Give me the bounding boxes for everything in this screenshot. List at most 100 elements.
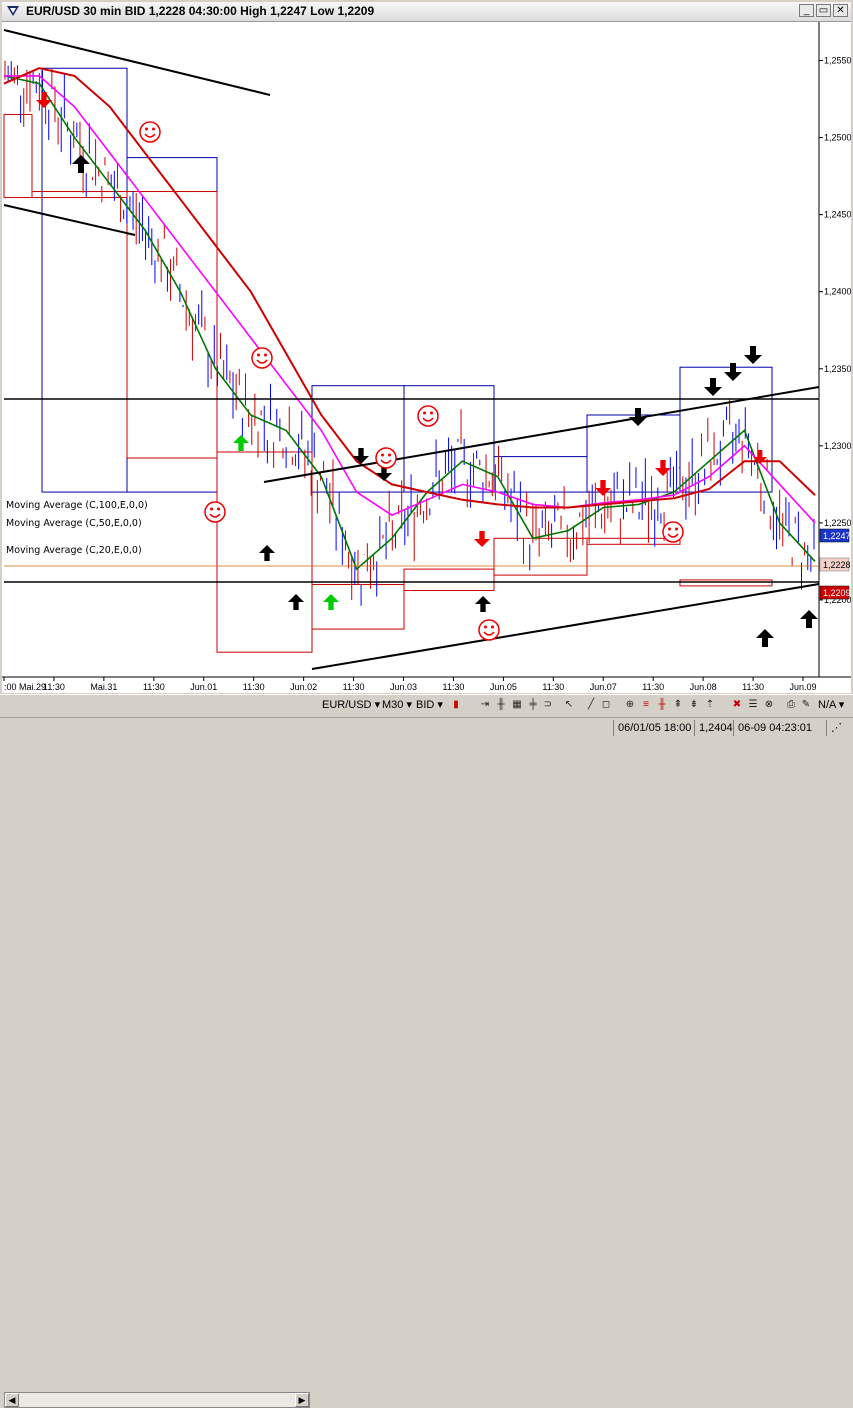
x-tick-label: Jun.07 (590, 682, 617, 692)
x-tick-label: 11:30 (243, 682, 265, 692)
smiley-face (204, 501, 226, 523)
x-tick-label: Mai.31 (90, 682, 117, 692)
resize-grip-icon[interactable]: ⋰ (826, 720, 851, 736)
smiley-face (375, 447, 397, 469)
pointer-icon[interactable]: ↖ (562, 698, 576, 712)
x-tick-label: Jun.01 (190, 682, 217, 692)
smiley-eye (264, 353, 267, 357)
x-tick-label: 11:30 (143, 682, 165, 692)
line-tool-icon[interactable]: ╱ (584, 698, 598, 712)
smiley-eye (257, 353, 260, 357)
chart-toolbar: ◀ ▶ EUR/USD ▾ M30 ▾ BID ▾ ▮ ⇥ ╫ ▦ ╪ ⊃ ↖ … (0, 694, 853, 1408)
smiley-face (139, 121, 161, 143)
window-title: EUR/USD 30 min BID 1,2228 04:30:00 High … (26, 4, 375, 18)
smiley-icon (139, 121, 161, 143)
chart-area[interactable]: 1,2550 1,2500 1,2450 1,2400 1,2350 1,2300 1,22… (2, 22, 851, 693)
symbol-select[interactable]: EUR/USD ▾ (322, 698, 380, 713)
smiley-icon (375, 447, 397, 469)
y-tick-label: 1,2550 (824, 56, 851, 66)
scroll-left-button[interactable]: ◀ (5, 1393, 19, 1407)
shape-tool-icon[interactable]: ◻ (599, 698, 613, 712)
smiley-icon (417, 405, 439, 427)
crosshair-icon[interactable]: ╫ (494, 698, 508, 712)
status-bar: 06/01/05 18:00 1,2404 06-09 04:23:01 ⋰ (0, 717, 853, 739)
smiley-icon (662, 521, 684, 543)
period-select[interactable]: M30 ▾ (382, 698, 412, 713)
smiley-eye (430, 411, 433, 415)
smiley-eye (217, 507, 220, 511)
smiley-face (478, 619, 500, 641)
x-tick-label: Jun.08 (690, 682, 717, 692)
y-tick-label: 1,2250 (824, 518, 851, 528)
x-tick-label: :00 Mai.29 (4, 682, 46, 692)
y-tick-label: 1,2300 (824, 441, 851, 451)
arrow-tool-icon[interactable]: ⇞ (671, 698, 685, 712)
x-tick-label: Jun.05 (490, 682, 517, 692)
print-icon[interactable]: ⎙ (784, 698, 798, 712)
clear-all-icon[interactable]: ⊗ (762, 698, 776, 712)
side-value: BID (416, 699, 435, 711)
smiley-face (417, 405, 439, 427)
grid-icon[interactable]: ▦ (510, 698, 524, 712)
app-logo-icon (7, 6, 19, 16)
server-time: 06-09 04:23:01 (733, 720, 828, 736)
x-tick-label: Jun.02 (290, 682, 317, 692)
object-list-icon[interactable]: ☰ (746, 698, 760, 712)
restore-button[interactable]: ▭ (816, 4, 831, 17)
smiley-eye (491, 625, 494, 629)
properties-icon[interactable]: ✎ (799, 698, 813, 712)
x-tick-label: 11:30 (742, 682, 764, 692)
smiley-eye (210, 507, 213, 511)
zoom-icon[interactable]: ⊕ (623, 698, 637, 712)
x-tick-label: 11:30 (443, 682, 465, 692)
smiley-eye (668, 527, 671, 531)
text-tool-icon[interactable]: ⇡ (703, 698, 717, 712)
smiley-eye (388, 453, 391, 457)
chart-window: EUR/USD 30 min BID 1,2228 04:30:00 High … (0, 0, 853, 1408)
cursor-price: 1,2404 (694, 720, 735, 736)
smiley-eye (152, 127, 155, 131)
x-tick-label: 11:30 (642, 682, 664, 692)
scroll-right-button[interactable]: ▶ (295, 1393, 309, 1407)
delete-object-icon[interactable]: ✖ (730, 698, 744, 712)
candle-type-icon[interactable]: ▮ (449, 698, 463, 712)
low-price-tag: 1,2209 (823, 588, 851, 598)
side-select[interactable]: BID ▾ (416, 698, 443, 713)
minimize-button[interactable]: _ (799, 4, 814, 17)
legend-ma20: Moving Average (C,20,E,0,0) (6, 545, 142, 556)
smiley-eye (675, 527, 678, 531)
channel-tool-icon[interactable]: ⇟ (687, 698, 701, 712)
x-tick-label: 11:30 (43, 682, 65, 692)
x-tick-label: Jun.09 (789, 682, 816, 692)
fib-fan-icon[interactable]: ╫ (655, 698, 669, 712)
cursor-mode-icon[interactable]: ⇥ (478, 698, 492, 712)
smiley-eye (423, 411, 426, 415)
close-button[interactable]: ✕ (833, 4, 848, 17)
y-tick-label: 1,2400 (824, 287, 851, 297)
fib-tool-icon[interactable]: ≡ (639, 698, 653, 712)
price-chart[interactable]: 1,2550 1,2500 1,2450 1,2400 1,2350 1,2300 1,22… (2, 22, 851, 693)
legend-ma100: Moving Average (C,100,E,0,0) (6, 500, 148, 511)
y-tick-label: 1,2500 (824, 133, 851, 143)
bid-price-tag: 1,2228 (823, 560, 851, 570)
title-bar[interactable]: EUR/USD 30 min BID 1,2228 04:30:00 High … (2, 2, 851, 22)
na-select[interactable]: N/A ▾ (818, 698, 844, 713)
smiley-face (662, 521, 684, 543)
period-value: M30 (382, 699, 404, 711)
symbol-value: EUR/USD (322, 699, 372, 711)
smiley-eye (145, 127, 148, 131)
bars-icon[interactable]: ╪ (526, 698, 540, 712)
x-tick-label: Jun.03 (390, 682, 417, 692)
smiley-icon (251, 347, 273, 369)
smiley-icon (478, 619, 500, 641)
plot-background (2, 22, 819, 693)
magnet-icon[interactable]: ⊃ (541, 698, 555, 712)
price-tags: 1,2247 1,2228 1,2209 (819, 528, 851, 600)
y-tick-label: 1,2350 (824, 364, 851, 374)
legend-ma50: Moving Average (C,50,E,0,0) (6, 518, 142, 529)
smiley-icon (204, 501, 226, 523)
horizontal-scrollbar[interactable]: ◀ ▶ (4, 1392, 310, 1408)
y-tick-label: 1,2450 (824, 210, 851, 220)
legend: Moving Average (C,100,E,0,0) Moving Aver… (4, 499, 148, 557)
x-tick-label: 11:30 (542, 682, 564, 692)
